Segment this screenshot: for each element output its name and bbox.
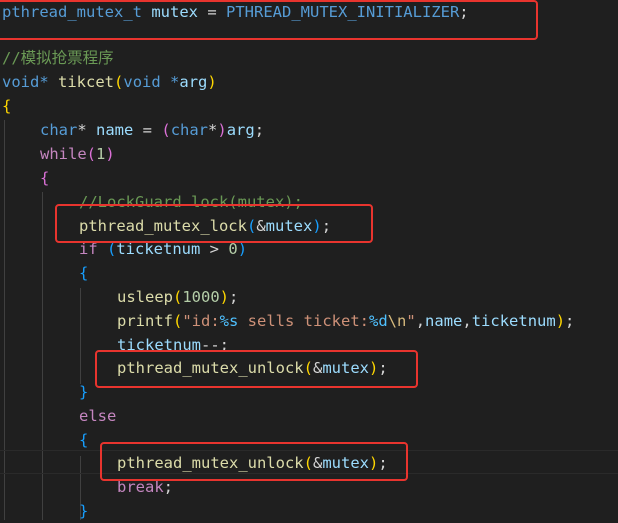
- code-line-21[interactable]: }: [79, 499, 618, 523]
- paren-token: ): [207, 73, 217, 91]
- pointer-token: *: [77, 121, 87, 139]
- comma-token: ,: [415, 312, 426, 330]
- code-editor[interactable]: pthread_mutex_t mutex = PTHREAD_MUTEX_IN…: [0, 0, 618, 520]
- operator-token: =: [133, 121, 162, 139]
- pointer-token: *: [208, 121, 218, 139]
- number-token: 1000: [182, 288, 220, 306]
- code-line-3[interactable]: void* tikcet(void *arg): [2, 70, 618, 94]
- type-token: char: [170, 121, 209, 139]
- code-line-7[interactable]: {: [40, 166, 618, 190]
- paren-token: (: [173, 288, 183, 306]
- semicolon-token: ;: [229, 288, 239, 306]
- type-token: void*: [2, 73, 49, 91]
- pointer-token: *: [160, 73, 180, 91]
- code-line-12[interactable]: usleep(1000);: [117, 285, 618, 309]
- semicolon-token: ;: [565, 312, 575, 330]
- code-line-13[interactable]: printf("id:%s sells ticket:%d\n",name,ti…: [117, 309, 618, 333]
- paren-token: (: [86, 145, 97, 163]
- string-token: "id:: [182, 312, 220, 330]
- code-line-4[interactable]: {: [2, 94, 618, 118]
- paren-token: (: [173, 312, 183, 330]
- highlight-box-mutex-unlock-1: [95, 350, 418, 388]
- brace-token: {: [40, 169, 50, 187]
- paren-token: ): [219, 288, 230, 306]
- function-call-token: printf: [117, 312, 173, 330]
- highlight-box-mutex-declaration: [0, 0, 538, 40]
- comma-token: ,: [462, 312, 472, 330]
- format-specifier-token: %d: [369, 312, 388, 330]
- indent-guide-3: [80, 288, 81, 384]
- escape-token: \n: [387, 312, 407, 330]
- brace-token: }: [79, 383, 89, 401]
- function-name-token: tikcet: [58, 73, 115, 91]
- format-specifier-token: %s: [219, 312, 239, 330]
- keyword-token: while: [40, 145, 87, 163]
- type-token: char: [40, 121, 78, 139]
- paren-token: ): [105, 145, 115, 163]
- keyword-token: else: [79, 407, 117, 425]
- identifier-token: arg: [226, 121, 255, 139]
- comment-token: //模拟抢票程序: [2, 49, 114, 67]
- code-line-5[interactable]: char* name = (char*)arg;: [40, 118, 618, 142]
- function-call-token: usleep: [117, 288, 173, 306]
- type-token: void: [123, 73, 161, 91]
- string-token: ": [406, 312, 416, 330]
- number-token: 1: [96, 145, 106, 163]
- highlight-box-mutex-lock: [55, 204, 373, 243]
- paren-token: (: [161, 121, 171, 139]
- code-line-17[interactable]: else: [79, 404, 618, 428]
- brace-token: {: [79, 264, 89, 282]
- code-line-11[interactable]: {: [79, 261, 618, 285]
- code-line-2[interactable]: //模拟抢票程序: [2, 46, 618, 70]
- paren-token: ): [217, 121, 227, 139]
- identifier-token: name: [425, 312, 463, 330]
- brace-token: {: [79, 431, 89, 449]
- highlight-box-mutex-unlock-2: [100, 442, 408, 481]
- semicolon-token: ;: [254, 121, 265, 139]
- param-token: arg: [179, 73, 208, 91]
- identifier-token: ticketnum: [471, 312, 556, 330]
- brace-token: {: [2, 97, 12, 115]
- code-line-6[interactable]: while(1): [40, 142, 618, 166]
- paren-token: ): [555, 312, 566, 330]
- string-token: sells ticket:: [238, 312, 369, 330]
- identifier-token: name: [96, 121, 134, 139]
- paren-token: (: [114, 73, 124, 91]
- brace-token: }: [79, 502, 89, 520]
